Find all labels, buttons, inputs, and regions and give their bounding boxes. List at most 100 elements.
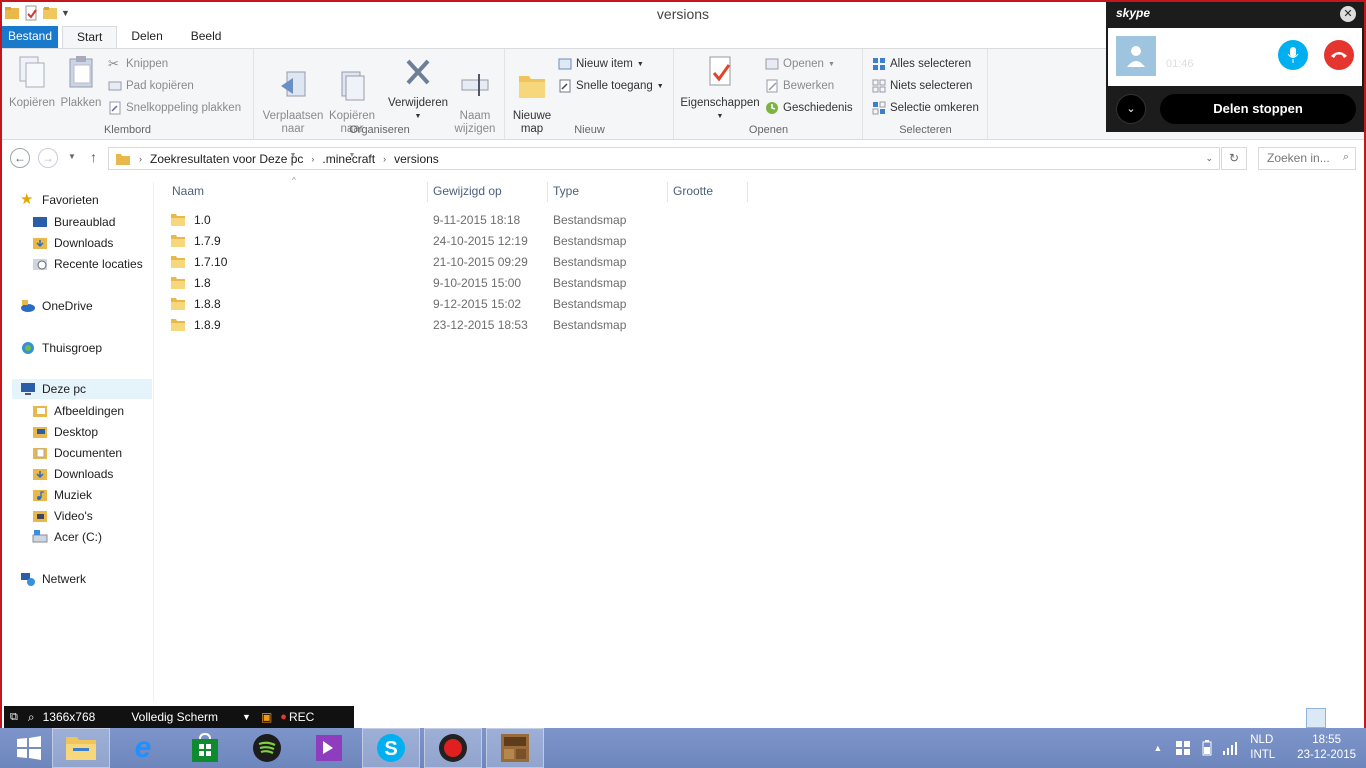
- expand-button[interactable]: ⌄: [1116, 94, 1146, 124]
- column-divider[interactable]: [747, 182, 748, 202]
- recent-locations-icon: [33, 259, 47, 270]
- star-icon: ★: [20, 191, 34, 208]
- cut-button[interactable]: ✂ Knippen: [108, 57, 168, 71]
- chevron-down-icon[interactable]: ⌄: [1205, 153, 1213, 164]
- nav-pictures[interactable]: Afbeeldingen: [32, 403, 124, 419]
- nav-network[interactable]: Netwerk: [20, 571, 86, 587]
- forward-button[interactable]: →: [38, 148, 58, 168]
- action-center-icon[interactable]: [1176, 741, 1191, 755]
- search-input[interactable]: Zoeken in... ⌕: [1258, 147, 1356, 170]
- shortcut-icon: [109, 101, 121, 115]
- language-indicator[interactable]: NLD INTL: [1250, 733, 1275, 763]
- large-icons-view-icon[interactable]: [1330, 708, 1350, 728]
- signal-icon[interactable]: [1222, 741, 1238, 755]
- nav-favorites[interactable]: ★ Favorieten: [20, 192, 99, 208]
- column-header-size[interactable]: Grootte: [673, 184, 713, 198]
- open-button[interactable]: Openen ▼: [765, 57, 835, 71]
- camera-icon[interactable]: ▣: [261, 710, 272, 724]
- battery-icon[interactable]: [1200, 740, 1214, 756]
- nav-downloads[interactable]: Downloads: [32, 466, 113, 482]
- address-bar[interactable]: › Zoekresultaten voor Deze pc › .minecra…: [108, 147, 1220, 170]
- breadcrumb-versions[interactable]: versions: [394, 152, 439, 166]
- tab-view[interactable]: Beeld: [177, 26, 236, 48]
- recent-locations-dropdown[interactable]: ▼: [68, 152, 76, 161]
- chevron-up-icon[interactable]: ▲: [1153, 743, 1162, 753]
- column-header-type[interactable]: Type: [553, 184, 579, 198]
- edit-button[interactable]: Bewerken: [765, 79, 834, 93]
- refresh-button[interactable]: ↻: [1221, 147, 1247, 170]
- stop-sharing-button[interactable]: Delen stoppen: [1160, 94, 1356, 124]
- invert-selection-button[interactable]: Selectie omkeren: [872, 101, 979, 115]
- file-type: Bestandsmap: [553, 297, 627, 311]
- zoom-icon[interactable]: ⌕: [28, 710, 35, 725]
- file-modified: 24-10-2015 12:19: [433, 234, 528, 248]
- nav-homegroup[interactable]: Thuisgroep: [20, 340, 102, 356]
- copy-button[interactable]: Kopiëren: [8, 55, 56, 110]
- drive-icon: [32, 530, 48, 543]
- taskbar-minecraft[interactable]: [486, 728, 544, 768]
- fullscreen-icon[interactable]: ⧉: [10, 711, 18, 724]
- close-icon[interactable]: ✕: [1340, 6, 1356, 22]
- nav-desktop[interactable]: Desktop: [32, 424, 98, 440]
- breadcrumb-minecraft[interactable]: .minecraft: [322, 152, 375, 166]
- nav-this-pc[interactable]: Deze pc: [12, 379, 152, 399]
- chevron-down-icon[interactable]: ▼: [242, 712, 251, 722]
- group-open: Eigenschappen ▼ Openen ▼ Bewerken Geschi…: [675, 49, 863, 139]
- column-header-modified[interactable]: Gewijzigd op: [433, 184, 502, 198]
- group-select: Alles selecteren Niets selecteren Select…: [864, 49, 988, 139]
- properties-button[interactable]: Eigenschappen ▼: [679, 55, 761, 123]
- select-none-button[interactable]: Niets selecteren: [872, 79, 972, 93]
- microphone-button[interactable]: [1278, 40, 1308, 70]
- start-button[interactable]: [0, 728, 58, 768]
- taskbar-spotify[interactable]: [238, 728, 296, 768]
- nav-drive-c[interactable]: Acer (C:): [32, 529, 102, 545]
- tab-file[interactable]: Bestand: [2, 26, 59, 48]
- avatar: [1116, 36, 1156, 76]
- recorder-rec[interactable]: REC: [289, 710, 314, 724]
- copy-path-button[interactable]: Pad kopiëren: [108, 79, 194, 93]
- tab-start[interactable]: Start: [62, 26, 118, 48]
- select-all-button[interactable]: Alles selecteren: [872, 57, 971, 71]
- taskbar-recorder[interactable]: [424, 728, 482, 768]
- taskbar-file-explorer[interactable]: [52, 728, 110, 768]
- nav-downloads-fav[interactable]: Downloads: [32, 235, 113, 251]
- delete-button[interactable]: Verwijderen ▼: [385, 55, 451, 123]
- nav-videos[interactable]: Video's: [32, 508, 93, 524]
- system-tray: ▲ NLD INTL 18:55 23-12-2015: [1153, 728, 1366, 768]
- taskbar-store[interactable]: [176, 728, 234, 768]
- details-view-icon[interactable]: [1306, 708, 1326, 728]
- hang-up-icon: [1331, 52, 1347, 58]
- recorder-mode[interactable]: Volledig Scherm: [131, 710, 218, 724]
- new-item-button[interactable]: Nieuw item ▼: [558, 57, 644, 71]
- nav-desktop-fav[interactable]: Bureaublad: [32, 214, 115, 230]
- folder-icon: [171, 319, 185, 331]
- nav-music[interactable]: Muziek: [32, 487, 92, 503]
- nav-onedrive[interactable]: OneDrive: [20, 298, 93, 314]
- paste-button[interactable]: Plakken: [60, 55, 102, 110]
- back-button[interactable]: ←: [10, 148, 30, 168]
- column-divider[interactable]: [667, 182, 668, 202]
- taskbar-media-app[interactable]: [300, 728, 358, 768]
- nav-recent-locations[interactable]: Recente locaties: [32, 256, 143, 272]
- taskbar-skype[interactable]: S: [362, 728, 420, 768]
- easy-access-button[interactable]: Snelle toegang ▼: [558, 79, 664, 93]
- invert-selection-icon: [872, 101, 886, 115]
- taskbar-internet-explorer[interactable]: e: [114, 728, 172, 768]
- group-organize: Verplaatsen naar ▼ Kopiëren naar ▼ Verwi…: [255, 49, 505, 159]
- hang-up-button[interactable]: [1324, 40, 1354, 70]
- column-divider[interactable]: [547, 182, 548, 202]
- copy-to-icon: [341, 71, 365, 101]
- folder-icon: [116, 153, 130, 165]
- move-to-icon: [281, 71, 306, 97]
- column-header-name[interactable]: Naam: [172, 184, 204, 198]
- tab-share[interactable]: Delen: [117, 26, 176, 48]
- nav-documents[interactable]: Documenten: [32, 445, 122, 461]
- breadcrumb-search-results[interactable]: Zoekresultaten voor Deze pc: [150, 152, 303, 166]
- column-divider[interactable]: [427, 182, 428, 202]
- up-button[interactable]: ↑: [90, 149, 97, 165]
- pictures-folder-icon: [33, 406, 47, 417]
- clock[interactable]: 18:55 23-12-2015: [1297, 733, 1356, 763]
- paste-shortcut-button[interactable]: Snelkoppeling plakken: [108, 101, 241, 115]
- file-type: Bestandsmap: [553, 213, 627, 227]
- history-button[interactable]: Geschiedenis: [765, 101, 853, 115]
